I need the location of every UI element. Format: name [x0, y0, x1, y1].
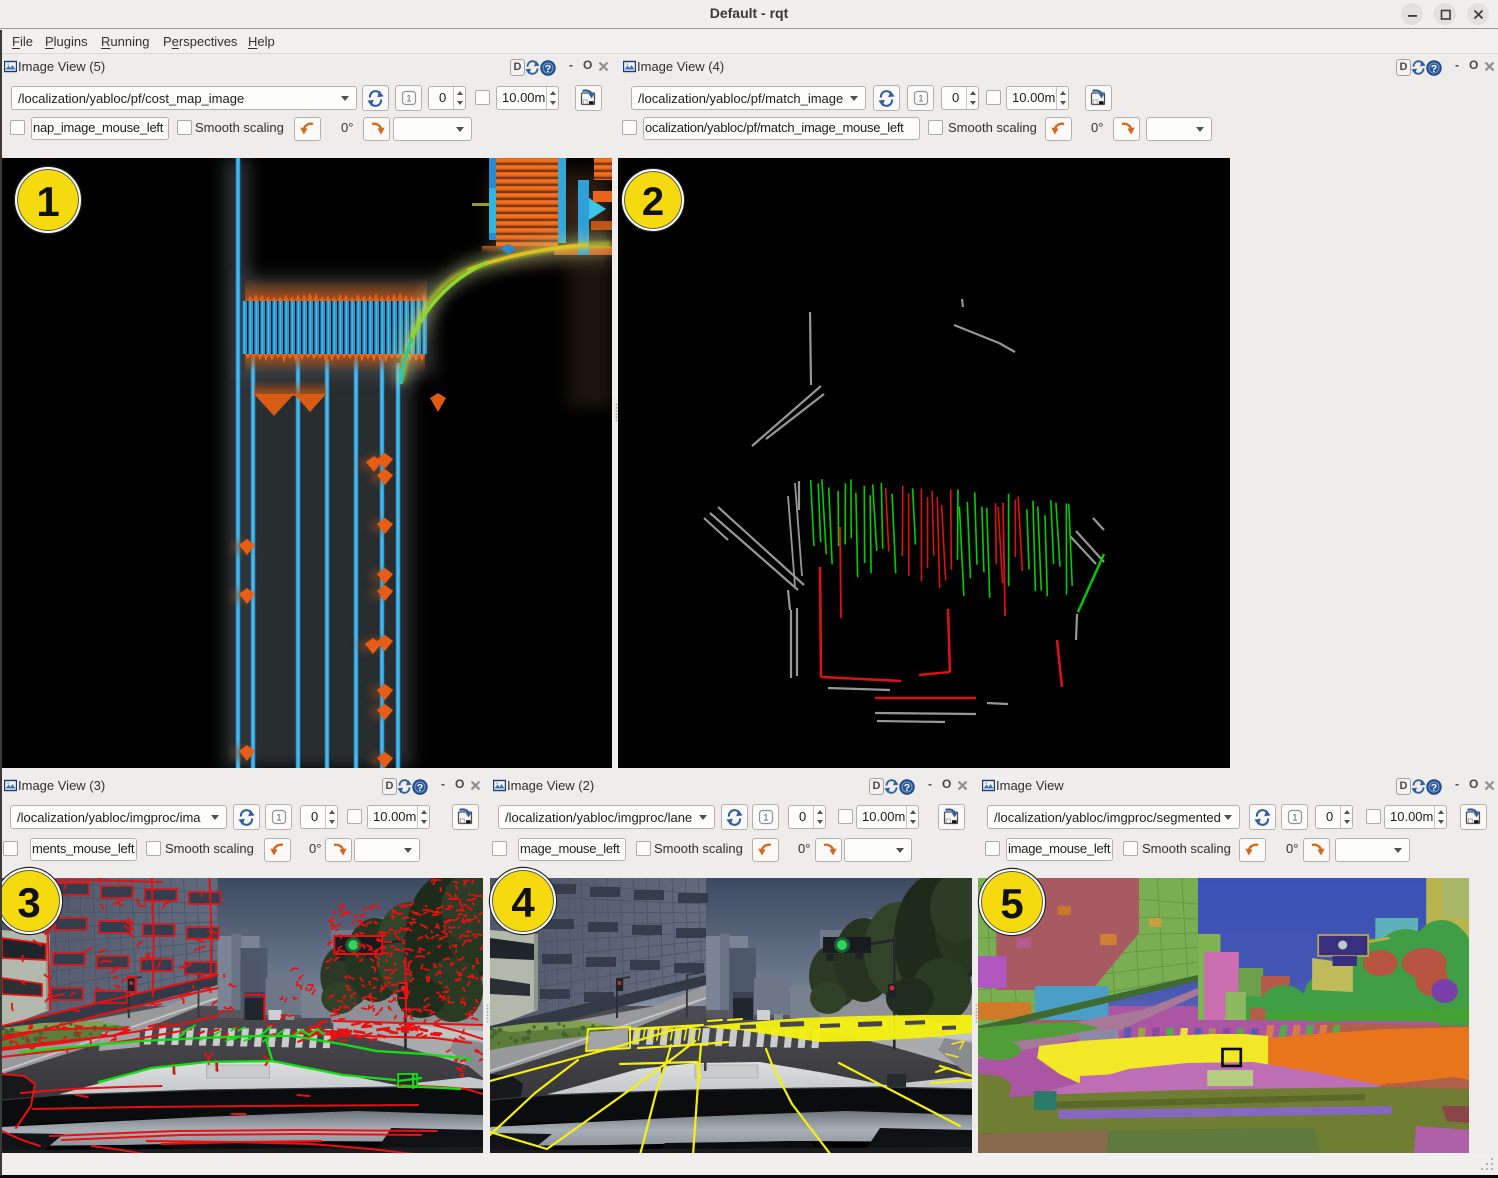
svg-text:1: 1: [763, 813, 768, 823]
svg-text:?: ?: [417, 782, 423, 794]
svg-text:1: 1: [276, 813, 281, 823]
svg-text:?: ?: [904, 782, 910, 794]
svg-text:?: ?: [1431, 63, 1437, 75]
svg-text:1: 1: [918, 94, 923, 104]
svg-text:?: ?: [1431, 782, 1437, 794]
svg-text:?: ?: [545, 63, 551, 75]
svg-text:1: 1: [1292, 813, 1297, 823]
svg-text:1: 1: [406, 94, 411, 104]
